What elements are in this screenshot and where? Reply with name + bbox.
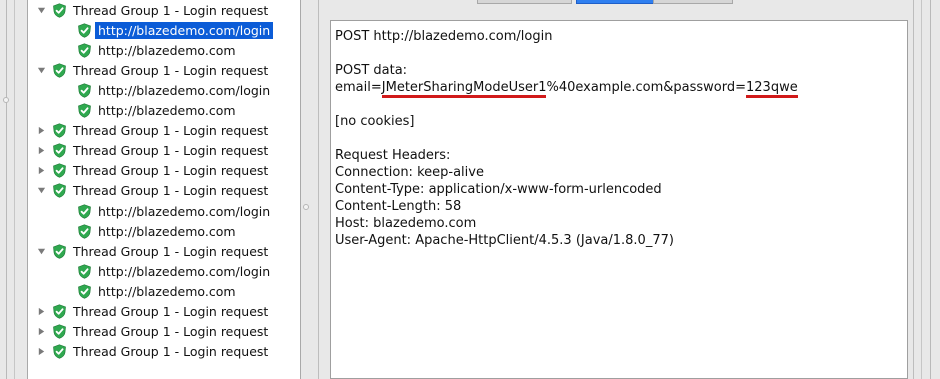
green-shield-check-icon <box>77 203 92 219</box>
triangle-down-icon[interactable] <box>36 65 46 75</box>
green-shield-check-icon <box>77 22 92 38</box>
tree-item-sample[interactable]: http://blazedemo.com/login <box>77 261 270 281</box>
green-shield-check-icon <box>77 43 92 58</box>
green-shield-check-icon <box>52 304 67 319</box>
tree-item-label: http://blazedemo.com <box>98 42 236 58</box>
green-shield-check-icon <box>52 2 67 18</box>
equals-sign: = <box>735 80 746 95</box>
triangle-down-icon[interactable] <box>36 186 46 196</box>
green-shield-check-icon <box>52 123 67 138</box>
tree-item-thread-group[interactable]: Thread Group 1 - Login request <box>36 121 268 141</box>
window-edge <box>921 0 922 379</box>
window-edge <box>14 0 15 379</box>
request-text-area[interactable]: POST http://blazedemo.com/login POST dat… <box>330 20 908 379</box>
triangle-right-icon[interactable] <box>36 166 46 176</box>
tree-item-thread-group[interactable]: Thread Group 1 - Login request <box>36 161 268 181</box>
cookies-line: [no cookies] <box>335 114 415 129</box>
tree-item-label: http://blazedemo.com <box>98 283 236 299</box>
email-domain-and-password-key: %40example.com&password <box>546 80 736 95</box>
post-data-body: email=JMeterSharingModeUser1%40example.c… <box>335 80 798 98</box>
tree-item-label: Thread Group 1 - Login request <box>73 123 269 139</box>
tree-item-label: Thread Group 1 - Login request <box>73 243 269 259</box>
tab-sampler-result[interactable] <box>477 0 572 4</box>
equals-sign: = <box>370 80 382 95</box>
tab-strip <box>319 0 913 5</box>
tree-item-label: http://blazedemo.com/login <box>95 21 274 39</box>
tree-item-label: Thread Group 1 - Login request <box>73 304 269 319</box>
request-line: POST http://blazedemo.com/login <box>335 29 553 44</box>
tree-item-thread-group[interactable]: Thread Group 1 - Login request <box>36 0 268 20</box>
header-line: Connection: keep-alive <box>335 165 484 180</box>
tree-item-label: Thread Group 1 - Login request <box>73 163 269 179</box>
tree-item-sample[interactable]: http://blazedemo.com <box>77 281 236 301</box>
tree-item-sample[interactable]: http://blazedemo.com/login <box>77 80 270 100</box>
triangle-right-icon[interactable] <box>36 146 46 156</box>
tree-item-label: Thread Group 1 - Login request <box>73 344 269 360</box>
tree-item-sample[interactable]: http://blazedemo.com/login <box>77 20 274 40</box>
tree-item-thread-group[interactable]: Thread Group 1 - Login request <box>36 302 268 322</box>
highlighted-password: 123qwe <box>746 80 798 98</box>
triangle-right-icon[interactable] <box>36 126 46 136</box>
green-shield-check-icon <box>52 324 67 339</box>
tree-item-sample[interactable]: http://blazedemo.com <box>77 101 236 121</box>
tree-item-label: Thread Group 1 - Login request <box>73 324 269 340</box>
tree-item-thread-group[interactable]: Thread Group 1 - Login request <box>36 181 268 201</box>
triangle-down-icon[interactable] <box>36 5 46 15</box>
tree-item-thread-group[interactable]: Thread Group 1 - Login request <box>36 141 268 161</box>
green-shield-check-icon <box>52 163 67 178</box>
tree-item-label: http://blazedemo.com <box>98 223 236 239</box>
green-shield-check-icon <box>52 63 67 78</box>
email-param-name: email <box>335 80 371 95</box>
highlighted-username: JMeterSharingModeUser1 <box>381 80 547 98</box>
triangle-down-icon[interactable] <box>36 246 46 256</box>
header-line: Content-Type: application/x-www-form-url… <box>335 182 662 197</box>
tree-item-thread-group[interactable]: Thread Group 1 - Login request <box>36 322 268 342</box>
triangle-right-icon[interactable] <box>36 347 46 357</box>
tree-item-thread-group[interactable]: Thread Group 1 - Login request <box>36 241 268 261</box>
tree-item-label: Thread Group 1 - Login request <box>73 62 269 78</box>
tree-item-thread-group[interactable]: Thread Group 1 - Login request <box>36 342 268 362</box>
header-line: Content-Length: 58 <box>335 199 462 214</box>
tree-item-label: Thread Group 1 - Login request <box>73 143 269 159</box>
tree-item-sample[interactable]: http://blazedemo.com <box>77 221 236 241</box>
green-shield-check-icon <box>77 284 92 299</box>
tab-request[interactable] <box>576 0 654 4</box>
tree-item-thread-group[interactable]: Thread Group 1 - Login request <box>36 60 268 80</box>
green-shield-check-icon <box>77 264 92 279</box>
splitter-handle[interactable] <box>303 204 309 210</box>
splitter-handle[interactable] <box>3 97 9 103</box>
green-shield-check-icon <box>77 83 92 98</box>
results-tree-panel: Thread Group 1 - Login request http://bla… <box>27 0 301 379</box>
results-tree-window: Thread Group 1 - Login request http://bla… <box>0 0 940 379</box>
tree-item-label: http://blazedemo.com <box>98 103 236 118</box>
header-line: User-Agent: Apache-HttpClient/4.5.3 (Jav… <box>335 233 674 248</box>
green-shield-check-icon <box>77 103 92 118</box>
triangle-right-icon[interactable] <box>36 327 46 337</box>
triangle-right-icon[interactable] <box>36 307 46 317</box>
window-edge <box>6 0 7 379</box>
tree-item-label: http://blazedemo.com/login <box>98 263 271 279</box>
window-edge <box>930 0 931 379</box>
tree-item-label: http://blazedemo.com/login <box>98 203 271 219</box>
headers-label: Request Headers: <box>335 148 451 163</box>
tab-response-data[interactable] <box>653 0 733 4</box>
tree-item-sample[interactable]: http://blazedemo.com <box>77 40 236 60</box>
post-data-label: POST data: <box>335 63 408 78</box>
tree-item-label: Thread Group 1 - Login request <box>73 2 269 18</box>
green-shield-check-icon <box>52 244 67 259</box>
tree-item-label: http://blazedemo.com/login <box>98 82 271 98</box>
tree-item-sample[interactable]: http://blazedemo.com/login <box>77 201 270 221</box>
green-shield-check-icon <box>52 344 67 359</box>
tree-item-label: Thread Group 1 - Login request <box>73 183 269 199</box>
green-shield-check-icon <box>52 143 67 158</box>
header-line: Host: blazedemo.com <box>335 216 477 231</box>
green-shield-check-icon <box>77 223 92 239</box>
green-shield-check-icon <box>52 183 67 199</box>
